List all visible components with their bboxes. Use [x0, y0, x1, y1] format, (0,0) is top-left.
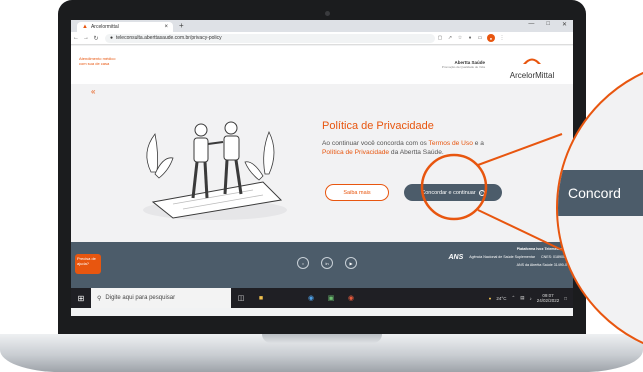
extensions-icon[interactable]: ♦ [465, 35, 475, 41]
browser-tab-bar: ▲ Arcelormittal × + — □ ✕ [71, 20, 573, 32]
close-tab-icon[interactable]: × [164, 24, 168, 30]
brand-name: ArcelorMittal [509, 71, 555, 80]
address-bar[interactable]: ● teleconsulta.aberttasaude.com.br/priva… [105, 33, 435, 43]
clock-date: 24/02/2022 [536, 298, 560, 303]
notifications-icon[interactable]: □ [564, 296, 567, 301]
consent-intro: Ao continuar você concorda com os [322, 140, 429, 147]
network-icon[interactable]: ▤ [520, 295, 524, 301]
file-explorer-icon[interactable]: ■ [251, 288, 271, 308]
page-title: Política de Privacidade [322, 120, 434, 132]
volume-icon[interactable]: ♪ [530, 296, 532, 301]
ans-registry: ANS da Abertta Saúde 31490-0 [516, 263, 567, 267]
tray-chevron-icon[interactable]: ⌃ [511, 295, 515, 301]
brand-logo: ArcelorMittal [497, 52, 567, 80]
task-view-icon[interactable]: ◫ [231, 288, 251, 308]
edge-icon[interactable]: ◉ [301, 288, 321, 308]
forward-arrow-icon[interactable]: → [81, 35, 91, 41]
linkedin-icon[interactable]: in [321, 257, 333, 269]
webcam [325, 11, 330, 16]
taskbar-clock[interactable]: 09:07 24/02/2022 [537, 293, 560, 303]
privacy-policy-link[interactable]: Política de Privacidade [322, 149, 389, 156]
ans-logo: ANS [448, 254, 464, 261]
privacy-illustration [143, 121, 287, 220]
windows-taskbar: ⊞ ⚲ Digite aqui para pesquisar ◫ ■ ◉ ▣ ◉… [71, 288, 573, 308]
site-footer: Precisa de ajuda? ○ in ▶ Plataforma Ivox… [71, 242, 573, 288]
store-icon[interactable]: ▣ [321, 288, 341, 308]
sidebar-icon[interactable]: ▭ [475, 35, 485, 41]
ans-row: ANS Agência Nacional de Saúde Suplementa… [429, 254, 568, 261]
instagram-icon[interactable]: ○ [297, 257, 309, 269]
windows-start-icon[interactable]: ⊞ [71, 294, 91, 303]
url-text: teleconsulta.aberttasaude.com.br/privacy… [116, 35, 222, 41]
check-circle-icon: ✓ [478, 189, 485, 196]
chrome-icon[interactable]: ◉ [341, 288, 361, 308]
menu-dots-icon[interactable]: ⋮ [497, 35, 507, 41]
search-icon: ⚲ [97, 295, 102, 302]
ans-agency-text: Agência Nacional de Saúde Suplementar [469, 255, 536, 259]
window-controls: — □ ✕ [528, 21, 567, 28]
learn-more-button[interactable]: Saiba mais [325, 184, 389, 201]
back-chevron-icon[interactable]: « [91, 87, 95, 96]
zoomed-continue-button: Concord [558, 170, 643, 216]
help-chat-button[interactable]: Precisa de ajuda? [75, 254, 101, 274]
weather-text: 24°C [496, 295, 507, 301]
arcelormittal-swoosh-icon [523, 58, 541, 64]
weather-sun-icon: ● [488, 295, 492, 301]
laptop-base-notch [262, 334, 382, 343]
maximize-icon[interactable]: □ [546, 21, 550, 28]
agree-continue-button[interactable]: Concordar e continuar ✓ [404, 184, 502, 201]
profile-avatar[interactable]: ● [487, 34, 495, 42]
bookmark-star-icon[interactable]: ☆ [455, 35, 465, 41]
site-header: Atendimento médico com sua de casa Abert… [71, 46, 573, 84]
share-icon[interactable]: ↗ [445, 35, 455, 41]
browser-toolbar: ← → ↻ ● teleconsulta.aberttasaude.com.br… [71, 32, 573, 45]
terms-of-use-link[interactable]: Termos de Uso [429, 140, 473, 147]
laptop-bezel-bottom [58, 316, 586, 336]
main-content: « Política de Privacidade Ao continuar v… [71, 84, 573, 242]
close-window-icon[interactable]: ✕ [562, 21, 567, 28]
policy-consent-text: Ao continuar você concorda com os Termos… [322, 140, 492, 157]
taskbar-search[interactable]: ⚲ Digite aqui para pesquisar [91, 288, 231, 308]
care-tagline: Atendimento médico com sua de casa [79, 56, 116, 66]
laptop-mockup: ▲ Arcelormittal × + — □ ✕ ← → ↻ ● teleco… [0, 0, 643, 372]
taskbar-search-placeholder: Digite aqui para pesquisar [105, 295, 176, 301]
agree-continue-label: Concordar e continuar [421, 189, 476, 196]
partner-subtitle: Promoção da Qualidade de Vida [441, 65, 485, 69]
minimize-icon[interactable]: — [528, 21, 534, 28]
tab-title: Arcelormittal [90, 24, 119, 30]
platform-label: Plataforma Ivox Telemedicina [516, 247, 567, 251]
reload-icon[interactable]: ↻ [91, 35, 101, 42]
browser-tab[interactable]: ▲ Arcelormittal × [77, 22, 173, 32]
consent-brand: da Abertta Saúde. [389, 148, 444, 156]
lock-icon: ● [110, 35, 114, 41]
arcelormittal-favicon-icon: ▲ [82, 24, 88, 30]
translate-icon[interactable]: ▢ [435, 35, 445, 41]
consent-and: e a [472, 140, 484, 147]
youtube-icon[interactable]: ▶ [345, 257, 357, 269]
new-tab-icon[interactable]: + [179, 21, 184, 30]
partner-logo: Abertta Saúde Promoção da Qualidade de V… [425, 60, 485, 69]
back-arrow-icon[interactable]: ← [71, 35, 81, 41]
laptop-screen: ▲ Arcelormittal × + — □ ✕ ← → ↻ ● teleco… [71, 20, 573, 316]
footer-info: Plataforma Ivox Telemedicina ANS Agência… [429, 247, 568, 268]
system-tray: ● 24°C ⌃ ▤ ♪ 09:07 24/02/2022 □ [489, 293, 573, 303]
